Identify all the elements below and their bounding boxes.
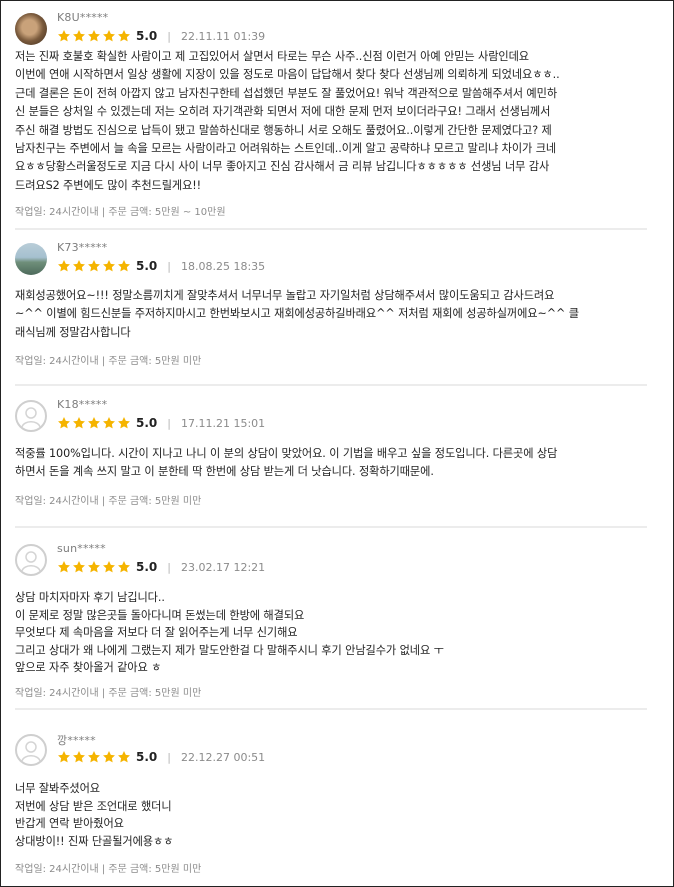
avatar[interactable] xyxy=(15,400,47,432)
star-icon xyxy=(58,417,70,429)
rating-row: 5.0 | 22.11.11 01:39 xyxy=(57,28,265,44)
star-icon xyxy=(103,751,115,763)
reviewer-name: 깡***** xyxy=(57,734,96,747)
star-icon xyxy=(58,561,70,573)
review-text: 적중률 100%입니다. 시간이 지나고 나니 이 분의 상담이 맞았어요. 이… xyxy=(15,447,558,479)
review-meta: 작업일: 24시간이내 | 주문 금액: 5만원 ~ 10만원 xyxy=(15,207,226,218)
star-icon xyxy=(58,751,70,763)
default-avatar-icon xyxy=(21,407,41,428)
divider xyxy=(15,384,647,386)
star-icon xyxy=(88,751,100,763)
separator: | xyxy=(167,750,171,764)
star-icon xyxy=(103,260,115,272)
default-avatar-icon xyxy=(21,551,41,572)
star-rating xyxy=(57,29,131,43)
review-date: 23.02.17 12:21 xyxy=(180,560,266,574)
review-date: 18.08.25 18:35 xyxy=(180,259,266,273)
rating-score: 5.0 xyxy=(136,560,158,574)
review-text: 재회성공했어요~!!! 정말소름끼치게 잘맞추셔서 너무너무 놀랍고 자기일처럼… xyxy=(15,289,579,339)
star-icon xyxy=(73,561,85,573)
reviewer-name: K8U***** xyxy=(57,11,109,24)
rating-score: 5.0 xyxy=(136,416,158,430)
rating-score: 5.0 xyxy=(136,29,158,43)
avatar[interactable] xyxy=(15,243,47,275)
rating-score: 5.0 xyxy=(136,750,158,764)
reviewer-name: K73***** xyxy=(57,241,108,254)
review-date: 17.11.21 15:01 xyxy=(180,416,266,430)
star-rating xyxy=(57,259,131,273)
reviewer-name: sun***** xyxy=(57,542,106,555)
star-rating xyxy=(57,416,131,430)
review-meta: 작업일: 24시간이내 | 주문 금액: 5만원 미만 xyxy=(15,864,202,875)
star-icon xyxy=(103,30,115,42)
star-icon xyxy=(103,417,115,429)
star-rating xyxy=(57,560,131,574)
reviewer-name: K18***** xyxy=(57,398,108,411)
rating-row: 5.0 | 23.02.17 12:21 xyxy=(57,559,265,575)
separator: | xyxy=(167,29,171,43)
review-text: 너무 잘봐주셨어요 저번에 상담 받은 조언대로 했더니 반갑게 연락 받아줬어… xyxy=(15,782,174,848)
rating-row: 5.0 | 17.11.21 15:01 xyxy=(57,415,265,431)
divider xyxy=(15,228,647,230)
rating-row: 5.0 | 18.08.25 18:35 xyxy=(57,258,265,274)
star-rating xyxy=(57,750,131,764)
star-icon xyxy=(118,561,130,573)
star-icon xyxy=(118,417,130,429)
star-icon xyxy=(58,30,70,42)
separator: | xyxy=(167,560,171,574)
separator: | xyxy=(167,259,171,273)
divider xyxy=(15,708,647,710)
star-icon xyxy=(118,751,130,763)
separator: | xyxy=(167,416,171,430)
review-date: 22.11.11 01:39 xyxy=(180,29,266,43)
avatar[interactable] xyxy=(15,734,47,766)
star-icon xyxy=(103,561,115,573)
review-meta: 작업일: 24시간이내 | 주문 금액: 5만원 미만 xyxy=(15,496,202,507)
star-icon xyxy=(88,417,100,429)
default-avatar-icon xyxy=(21,741,41,762)
star-icon xyxy=(88,30,100,42)
star-icon xyxy=(58,260,70,272)
star-icon xyxy=(73,417,85,429)
star-icon xyxy=(88,260,100,272)
review-text: 저는 진짜 호불호 확실한 사람이고 제 고집있어서 살면서 타로는 무슨 사주… xyxy=(15,50,560,192)
divider xyxy=(15,526,647,528)
review-list: K8U***** 5.0 | 22.11.11 01:39 저는 진짜 호불호 … xyxy=(0,0,674,887)
review-meta: 작업일: 24시간이내 | 주문 금액: 5만원 미만 xyxy=(15,688,202,699)
review-date: 22.12.27 00:51 xyxy=(180,750,266,764)
review-text: 상담 마치자마자 후기 남깁니다.. 이 문제로 정말 많은곳들 돌아다니며 돈… xyxy=(15,591,444,675)
star-icon xyxy=(118,30,130,42)
avatar[interactable] xyxy=(15,13,47,45)
review-meta: 작업일: 24시간이내 | 주문 금액: 5만원 미만 xyxy=(15,356,202,367)
star-icon xyxy=(73,751,85,763)
star-icon xyxy=(73,260,85,272)
rating-row: 5.0 | 22.12.27 00:51 xyxy=(57,749,265,765)
star-icon xyxy=(73,30,85,42)
avatar[interactable] xyxy=(15,544,47,576)
star-icon xyxy=(118,260,130,272)
star-icon xyxy=(88,561,100,573)
rating-score: 5.0 xyxy=(136,259,158,273)
